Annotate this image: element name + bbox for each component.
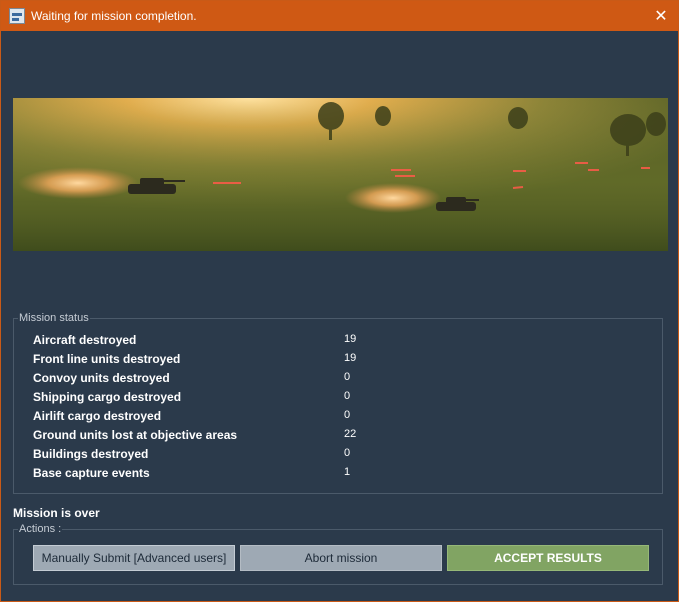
actions-label: Actions : [18,523,63,535]
stat-value-shipping-cargo: 0 [344,390,351,402]
stat-value-airlift-cargo: 0 [344,409,351,421]
stat-row: Convoy units destroyed 0 [33,371,633,387]
stat-label-shipping-cargo: Shipping cargo destroyed [33,390,182,404]
mission-status-label: Mission status [18,312,90,324]
stat-value-aircraft-destroyed: 19 [344,333,357,345]
manual-submit-button[interactable]: Manually Submit [Advanced users] [33,545,235,571]
stat-label-front-line-units: Front line units destroyed [33,352,181,366]
stat-label-aircraft-destroyed: Aircraft destroyed [33,333,137,347]
stat-row: Buildings destroyed 0 [33,447,633,463]
stat-row: Ground units lost at objective areas 22 [33,428,633,444]
mission-status-group: Mission status Aircraft destroyed 19 Fro… [13,312,663,494]
stat-label-convoy-units: Convoy units destroyed [33,371,170,385]
close-icon[interactable]: ✕ [644,1,678,31]
stat-label-base-capture-events: Base capture events [33,466,150,480]
mission-over-text: Mission is over [13,506,100,520]
title-bar: Waiting for mission completion. ✕ [1,1,678,31]
stat-row: Front line units destroyed 19 [33,352,633,368]
abort-mission-button[interactable]: Abort mission [240,545,442,571]
stat-value-buildings-destroyed: 0 [344,447,351,459]
app-logo-icon [9,8,25,24]
stat-row: Airlift cargo destroyed 0 [33,409,633,425]
stat-value-ground-units-lost: 22 [344,428,357,440]
stat-label-buildings-destroyed: Buildings destroyed [33,447,149,461]
stat-row: Aircraft destroyed 19 [33,333,633,349]
stat-label-ground-units-lost: Ground units lost at objective areas [33,428,238,442]
actions-group: Actions : Manually Submit [Advanced user… [13,523,663,585]
stat-label-airlift-cargo: Airlift cargo destroyed [33,409,162,423]
mission-window: Waiting for mission completion. ✕ Missio… [0,0,679,602]
stat-row: Shipping cargo destroyed 0 [33,390,633,406]
stat-row: Base capture events 1 [33,466,633,482]
stat-value-front-line-units: 19 [344,352,357,364]
stat-value-base-capture-events: 1 [344,466,351,478]
stat-value-convoy-units: 0 [344,371,351,383]
window-title: Waiting for mission completion. [31,9,197,23]
tank-battle-banner [13,98,668,251]
accept-results-button[interactable]: ACCEPT RESULTS [447,545,649,571]
